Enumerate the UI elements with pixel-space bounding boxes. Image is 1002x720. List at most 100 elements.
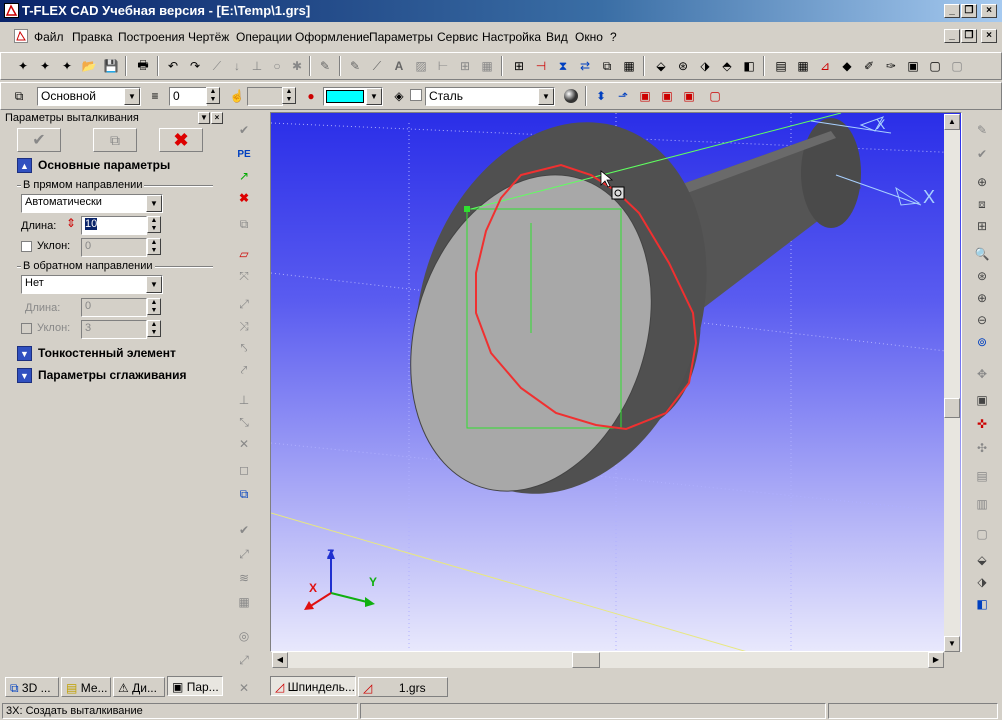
circle-icon[interactable]: ○ (267, 56, 287, 76)
slope-checkbox[interactable] (21, 241, 32, 252)
cube-icon[interactable]: ◧ (972, 594, 992, 614)
level-input[interactable]: 0 (169, 87, 207, 106)
list-icon[interactable]: ▤ (771, 56, 791, 76)
blank-icon[interactable]: ▢ (972, 524, 992, 544)
new-assembly-icon[interactable]: ✦ (57, 56, 77, 76)
page-icon[interactable]: ▤ (972, 466, 992, 486)
material-checkbox[interactable] (410, 89, 422, 101)
option7-icon[interactable]: ⤡ (234, 412, 254, 432)
menu-drawing[interactable]: Чертёж (188, 30, 229, 44)
menu-settings[interactable]: Настройка (482, 30, 541, 44)
array-icon[interactable]: ▦ (619, 56, 639, 76)
undo-icon[interactable]: ↶ (163, 56, 183, 76)
option10-icon[interactable]: ⧉ (234, 484, 254, 504)
fix3-icon[interactable]: ▣ (679, 86, 699, 106)
priority-input[interactable] (247, 87, 283, 106)
grid-icon[interactable]: ⊞ (509, 56, 529, 76)
move-icon[interactable]: ⇄ (575, 56, 595, 76)
menu-operations[interactable]: Операции (236, 30, 292, 44)
back-slope-checkbox[interactable] (21, 323, 32, 334)
doc-icon[interactable] (14, 29, 28, 43)
vertical-scrollbar[interactable]: ▲ ▼ (944, 114, 960, 652)
length-input[interactable]: 10 (81, 216, 147, 235)
menu-file[interactable]: Файл (34, 30, 64, 44)
doc-minimize-button[interactable]: _ (944, 29, 960, 43)
spec-icon[interactable]: ▦ (793, 56, 813, 76)
page2-icon[interactable]: ▥ (972, 494, 992, 514)
window-icon[interactable]: ▣ (903, 56, 923, 76)
render-icon[interactable]: ⬙ (972, 550, 992, 570)
new-icon[interactable]: ✦ (13, 56, 33, 76)
zoom-in-icon[interactable]: ⊕ (972, 172, 992, 192)
menu-service[interactable]: Сервис (437, 30, 478, 44)
option9-icon[interactable]: ◻ (234, 460, 254, 480)
length-spinner[interactable]: ▲ ▼ (147, 216, 161, 233)
option16-icon[interactable]: ⤢ (234, 650, 254, 670)
rotate-icon[interactable]: ✥ (972, 364, 992, 384)
section-smooth-header[interactable]: ▼ Параметры сглаживания (17, 368, 187, 386)
loft-icon[interactable]: ⬗ (695, 56, 715, 76)
check-icon[interactable]: ✔ (234, 120, 254, 140)
node-icon[interactable]: ⊥ (247, 56, 267, 76)
option13-icon[interactable]: ≋ (234, 568, 254, 588)
pe-icon[interactable]: PE (234, 144, 254, 164)
open-icon[interactable]: 📂 (79, 56, 99, 76)
tab-diagnostics[interactable]: ⚠ Ди... (113, 677, 165, 697)
contour-icon[interactable]: ▱ (234, 244, 254, 264)
maximize-button[interactable]: ❐ (961, 4, 977, 18)
text-icon[interactable]: A (389, 56, 409, 76)
new-3d-icon[interactable]: ✦ (35, 56, 55, 76)
boolean-icon[interactable]: ◧ (739, 56, 759, 76)
zoom-window-icon[interactable]: ⧈ (972, 194, 992, 214)
section-thin-header[interactable]: ▼ Тонкостенный элемент (17, 346, 176, 364)
back-length-spinner[interactable]: ▲ ▼ (147, 298, 161, 315)
doc-tab-spindle[interactable]: ◿ Шпиндель... (270, 676, 356, 696)
option15-icon[interactable]: ◎ (234, 626, 254, 646)
back-slope-input[interactable]: 3 (81, 320, 147, 339)
material-select[interactable]: Сталь ▼ (425, 87, 555, 106)
3d-viewport[interactable]: X X Z Y X (270, 112, 962, 652)
menu-parameters[interactable]: Параметры (369, 30, 433, 44)
option5-icon[interactable]: ⤤ (234, 360, 254, 380)
doc-restore-button[interactable]: ❐ (961, 29, 977, 43)
redo-icon[interactable]: ↷ (185, 56, 205, 76)
option17-icon[interactable]: ✕ (234, 678, 254, 698)
option11-icon[interactable]: ✔ (234, 520, 254, 540)
back-slope-spinner[interactable]: ▲ ▼ (147, 320, 161, 337)
horizontal-scrollbar[interactable]: ◀ ▶ (272, 652, 944, 668)
slope-spinner[interactable]: ▲ ▼ (147, 238, 161, 255)
forward-mode-select[interactable]: Автоматически ▼ (21, 194, 163, 213)
star-icon[interactable]: ✱ (287, 56, 307, 76)
snap-icon[interactable]: ⊣ (531, 56, 551, 76)
arrow-down-icon[interactable]: ↓ (227, 56, 247, 76)
option6-icon[interactable]: ⊥ (234, 390, 254, 410)
table-icon[interactable]: ▦ (477, 56, 497, 76)
edit-icon[interactable]: ✎ (972, 120, 992, 140)
zoom-icon[interactable]: 🔍 (972, 244, 992, 264)
section-main-header[interactable]: ▲ Основные параметры (17, 158, 170, 176)
scroll-up-button[interactable]: ▲ (944, 114, 960, 130)
menu-edit[interactable]: Правка (72, 30, 113, 44)
save-icon[interactable]: 💾 (101, 56, 121, 76)
dimension-icon[interactable]: ⊢ (433, 56, 453, 76)
menu-view[interactable]: Вид (546, 30, 568, 44)
paint-icon[interactable]: ✐ (859, 56, 879, 76)
check-icon[interactable]: ✔ (972, 144, 992, 164)
vertical-scroll-thumb[interactable] (944, 398, 960, 418)
menu-window[interactable]: Окно (575, 30, 603, 44)
backward-mode-select[interactable]: Нет ▼ (21, 275, 163, 294)
view-window-icon[interactable]: ▣ (972, 390, 992, 410)
zoom-previous-icon[interactable]: ⊕ (972, 288, 992, 308)
fix-icon[interactable]: ▣ (635, 86, 655, 106)
option2-icon[interactable]: ⤢ (234, 294, 254, 314)
fix2-icon[interactable]: ▣ (657, 86, 677, 106)
pan-icon[interactable]: ✜ (972, 414, 992, 434)
zoom-fit-icon[interactable]: ⊞ (972, 216, 992, 236)
tab-3d[interactable]: ⧉ 3D ... (5, 677, 59, 697)
cancel-icon[interactable]: ✖ (234, 188, 254, 208)
line-icon[interactable]: ⟋ (207, 56, 227, 76)
ok-button[interactable]: ✔ (17, 128, 61, 152)
window2-icon[interactable]: ▢ (925, 56, 945, 76)
print-icon[interactable]: 🖶 (133, 56, 153, 76)
slope-input[interactable]: 0 (81, 238, 147, 257)
